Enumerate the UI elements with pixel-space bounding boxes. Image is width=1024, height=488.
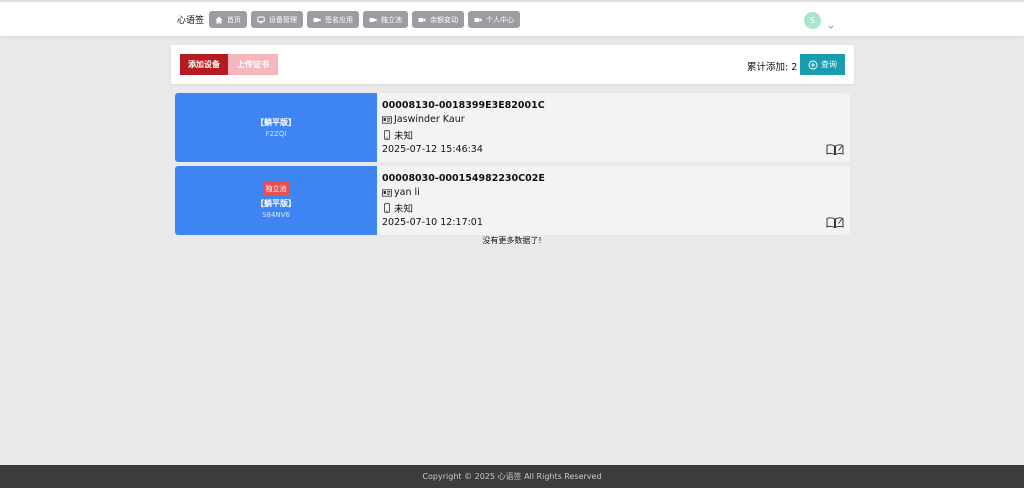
- device-udid: 00008030-000154982230C02E: [382, 173, 545, 184]
- device-card[interactable]: 独立池 【躺平版】 S84NV6 00008030-000154982230C0…: [175, 166, 850, 235]
- independent-pool-badge: 独立池: [262, 182, 290, 196]
- upload-certificate-button[interactable]: 上传证书: [228, 54, 278, 75]
- query-button[interactable]: 查询: [800, 54, 845, 75]
- device-card-details: 00008030-000154982230C02E yan li 未知 2025…: [382, 166, 850, 235]
- device-code: F2ZQI: [265, 130, 287, 138]
- device-model-row: 未知: [382, 128, 413, 142]
- user-avatar[interactable]: S: [804, 12, 821, 29]
- nav-device-management[interactable]: 设备管理: [251, 11, 303, 28]
- device-added-date: 2025-07-10 12:17:01: [382, 217, 483, 228]
- device-model: 未知: [394, 204, 414, 215]
- nav-personal-center-label: 个人中心: [486, 15, 514, 24]
- edition-label: 【躺平版】: [256, 118, 296, 127]
- video-icon: [369, 16, 377, 24]
- device-card[interactable]: 【躺平版】 F2ZQI 00008130-0018399E3E82001C Ja…: [175, 93, 850, 162]
- book-icon[interactable]: [826, 217, 844, 229]
- brand-title[interactable]: 心语签: [177, 13, 204, 26]
- book-icon[interactable]: [826, 144, 844, 156]
- query-button-label: 查询: [821, 60, 837, 69]
- device-added-date: 2025-07-12 15:46:34: [382, 144, 483, 155]
- video-icon: [418, 16, 426, 24]
- device-icon: [257, 16, 265, 24]
- phone-icon: [382, 130, 392, 140]
- device-code: S84NV6: [262, 211, 290, 219]
- device-model-row: 未知: [382, 201, 413, 215]
- add-device-button[interactable]: 添加设备: [180, 54, 228, 75]
- phone-icon: [382, 203, 392, 213]
- device-model: 未知: [394, 131, 414, 142]
- top-navbar: 心语签 首页 设备管理 签名应用 独立池 余额变动 个人中心 S: [0, 0, 1024, 36]
- id-card-icon: [382, 188, 392, 198]
- device-owner-row: yan li: [382, 187, 420, 198]
- total-added-count: 累计添加: 2: [747, 62, 798, 73]
- nav-personal-center[interactable]: 个人中心: [468, 11, 520, 28]
- nav-device-management-label: 设备管理: [269, 15, 297, 24]
- footer-copyright: Copyright © 2025 心语签 All Rights Reserved: [0, 465, 1024, 488]
- nav-signed-apps-label: 签名应用: [325, 15, 353, 24]
- id-card-icon: [382, 115, 392, 125]
- video-icon: [313, 16, 321, 24]
- device-card-banner: 独立池 【躺平版】 S84NV6: [175, 166, 377, 235]
- device-card-banner: 【躺平版】 F2ZQI: [175, 93, 377, 162]
- main-nav: 首页 设备管理 签名应用 独立池 余额变动 个人中心: [209, 11, 520, 28]
- device-owner-name: Jaswinder Kaur: [394, 114, 465, 125]
- device-owner-row: Jaswinder Kaur: [382, 114, 465, 125]
- chevron-down-icon[interactable]: [828, 15, 834, 29]
- no-more-data-text: 没有更多数据了!: [482, 236, 542, 245]
- device-toolbar: 添加设备 上传证书 累计添加: 2 查询: [171, 45, 854, 84]
- nav-balance-changes-label: 余额变动: [430, 15, 458, 24]
- device-card-details: 00008130-0018399E3E82001C Jaswinder Kaur…: [382, 93, 850, 162]
- nav-independent-pool[interactable]: 独立池: [363, 11, 408, 28]
- edition-label: 【躺平版】: [256, 199, 296, 208]
- home-icon: [215, 16, 223, 24]
- nav-home-label: 首页: [227, 15, 241, 24]
- plus-circle-icon: [808, 60, 818, 70]
- video-icon: [474, 16, 482, 24]
- device-udid: 00008130-0018399E3E82001C: [382, 100, 545, 111]
- nav-home[interactable]: 首页: [209, 11, 247, 28]
- nav-independent-pool-label: 独立池: [381, 15, 402, 24]
- device-owner-name: yan li: [394, 187, 420, 198]
- nav-signed-apps[interactable]: 签名应用: [307, 11, 359, 28]
- nav-balance-changes[interactable]: 余额变动: [412, 11, 464, 28]
